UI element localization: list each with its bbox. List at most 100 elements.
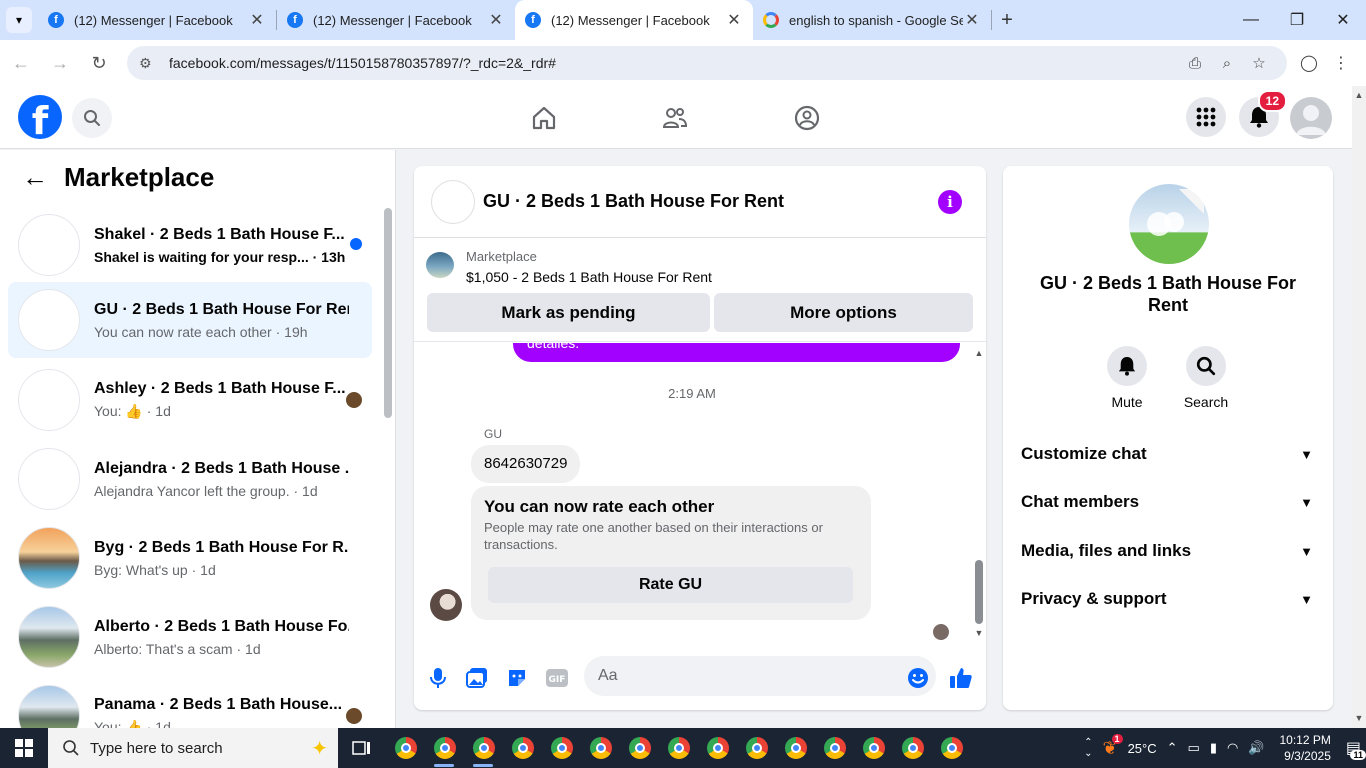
conversation-item[interactable]: Shakel · 2 Beds 1 Bath House F... Shakel… <box>8 207 372 283</box>
conversation-item-selected[interactable]: GU · 2 Beds 1 Bath House For Rent You ca… <box>8 282 372 358</box>
conversation-item[interactable]: Panama · 2 Beds 1 Bath House... You: 👍 ·… <box>8 678 372 728</box>
wifi-icon[interactable]: ◠ <box>1222 740 1243 756</box>
notifications-button[interactable]: 12 <box>1239 90 1287 137</box>
battery-icon[interactable]: ▮ <box>1205 740 1222 756</box>
meet-now-icon[interactable]: ▭ <box>1183 740 1205 756</box>
emoji-icon[interactable] <box>906 666 930 690</box>
sidebar-scrollbar[interactable] <box>384 208 392 418</box>
sender-avatar[interactable] <box>430 589 462 621</box>
section-media-files-links[interactable]: Media, files and links ▼ <box>1021 536 1321 566</box>
listing-price[interactable]: $1,050 - 2 Beds 1 Bath House For Rent <box>466 269 712 285</box>
mark-pending-button[interactable]: Mark as pending <box>427 293 710 332</box>
info-icon[interactable]: i <box>938 190 962 214</box>
browser-tab-1[interactable]: f (12) Messenger | Facebook ✕ <box>38 0 276 40</box>
taskbar-app-chrome[interactable] <box>659 728 698 768</box>
reload-button[interactable]: ↻ <box>81 45 117 81</box>
close-icon[interactable]: ✕ <box>725 10 743 30</box>
chat-avatar[interactable] <box>431 179 475 224</box>
mute-action[interactable]: Mute <box>1087 346 1167 410</box>
taskbar-app-chrome[interactable] <box>854 728 893 768</box>
taskbar-app-chrome[interactable] <box>503 728 542 768</box>
scroll-down-icon[interactable]: ▼ <box>974 628 984 638</box>
section-chat-members[interactable]: Chat members ▼ <box>1021 487 1321 517</box>
sticker-icon[interactable] <box>505 666 529 690</box>
taskbar-app-chrome[interactable] <box>698 728 737 768</box>
close-icon[interactable]: ✕ <box>963 10 981 30</box>
temperature[interactable]: 25°C <box>1123 741 1162 756</box>
tab-search-dropdown[interactable]: ▾ <box>0 0 38 40</box>
zoom-icon[interactable]: ⌕ <box>1211 55 1243 72</box>
address-bar[interactable]: ⚙ facebook.com/messages/t/11501587803578… <box>127 46 1287 80</box>
more-options-button[interactable]: More options <box>714 293 973 332</box>
taskbar-app-chrome[interactable] <box>425 728 464 768</box>
restore-icon[interactable]: ❐ <box>1274 0 1320 40</box>
taskbar-app-chrome[interactable] <box>737 728 776 768</box>
taskbar-app-chrome[interactable] <box>776 728 815 768</box>
chat-title[interactable]: GU · 2 Beds 1 Bath House For Rent <box>483 191 784 212</box>
listing-thumbnail[interactable] <box>426 252 454 278</box>
close-icon[interactable]: ✕ <box>487 10 505 30</box>
back-arrow-icon[interactable]: ← <box>22 162 48 193</box>
message-input[interactable] <box>584 656 936 696</box>
bookmark-star-icon[interactable]: ☆ <box>1243 54 1275 72</box>
taskbar-app-chrome[interactable] <box>893 728 932 768</box>
scroll-thumb[interactable] <box>975 560 983 624</box>
search-action[interactable]: Search <box>1166 346 1246 410</box>
gif-icon[interactable]: GIF <box>545 666 569 690</box>
nav-home[interactable] <box>489 86 599 149</box>
windows-start-button[interactable] <box>0 728 48 768</box>
taskbar-app-chrome[interactable] <box>815 728 854 768</box>
install-app-icon[interactable]: ⎙ <box>1179 55 1211 72</box>
chat-scrollbar[interactable]: ▲ ▼ <box>974 348 984 638</box>
rate-button[interactable]: Rate GU <box>488 567 853 603</box>
profile-icon[interactable]: ◯ <box>1293 53 1325 73</box>
browser-tab-2[interactable]: f (12) Messenger | Facebook ✕ <box>277 0 515 40</box>
site-info-icon[interactable]: ⚙ <box>139 55 161 72</box>
nav-friends[interactable] <box>620 86 730 149</box>
browser-menu-icon[interactable]: ⋮ <box>1325 53 1357 73</box>
taskbar-app-chrome[interactable] <box>542 728 581 768</box>
section-customize-chat[interactable]: Customize chat ▼ <box>1021 439 1321 469</box>
received-message-bubble[interactable]: 8642630729 <box>471 445 581 483</box>
contact-profile-picture[interactable] <box>1129 184 1209 264</box>
scroll-up-icon[interactable]: ▲ <box>1352 90 1366 100</box>
taskbar-app-chrome[interactable] <box>620 728 659 768</box>
scroll-down-icon[interactable]: ▼ <box>1352 713 1366 723</box>
conversation-item[interactable]: Ashley · 2 Beds 1 Bath House F... You: 👍… <box>8 362 372 438</box>
browser-tab-3[interactable]: f (12) Messenger | Facebook ✕ <box>515 0 753 40</box>
menu-button[interactable] <box>1186 97 1226 137</box>
minimize-icon[interactable]: — <box>1228 0 1274 40</box>
taskbar-app-chrome[interactable] <box>464 728 503 768</box>
taskbar-app-chrome[interactable] <box>386 728 425 768</box>
conversation-item[interactable]: Byg · 2 Beds 1 Bath House For R... Byg: … <box>8 520 372 596</box>
nav-groups[interactable] <box>752 86 862 149</box>
thumbs-up-icon[interactable] <box>949 666 973 690</box>
scroll-up-icon[interactable]: ▲ <box>974 348 984 358</box>
back-button[interactable]: ← <box>3 45 39 81</box>
sent-message-bubble[interactable]: detalles. <box>513 343 960 362</box>
task-view-button[interactable] <box>338 728 386 768</box>
volume-icon[interactable]: 🔊 <box>1243 740 1269 756</box>
show-hidden-icons-icon[interactable]: ⌃ <box>1162 740 1183 756</box>
weather-icon[interactable]: ❦ 1 <box>1097 733 1123 759</box>
tray-scroll-icon[interactable]: ⌃ ⌄ <box>1079 737 1097 759</box>
forward-button[interactable]: → <box>42 45 78 81</box>
taskbar-app-chrome[interactable] <box>581 728 620 768</box>
photo-icon[interactable] <box>465 666 489 690</box>
taskbar-search-box[interactable]: Type here to search ✦ <box>48 728 338 768</box>
close-window-icon[interactable]: ✕ <box>1320 0 1366 40</box>
close-icon[interactable]: ✕ <box>248 10 266 30</box>
page-scrollbar[interactable]: ▲ ▼ <box>1352 86 1366 728</box>
microphone-icon[interactable] <box>426 666 450 690</box>
new-tab-button[interactable]: + <box>992 0 1022 40</box>
conversation-item[interactable]: Alejandra · 2 Beds 1 Bath House ... Alej… <box>8 441 372 517</box>
clock[interactable]: 10:12 PM 9/3/2025 <box>1270 732 1341 764</box>
browser-tab-4[interactable]: english to spanish - Google Sea ✕ <box>753 0 991 40</box>
conversation-item[interactable]: Alberto · 2 Beds 1 Bath House Fo... Albe… <box>8 599 372 675</box>
section-privacy-support[interactable]: Privacy & support ▼ <box>1021 584 1321 614</box>
facebook-logo-icon[interactable]: f <box>18 95 62 139</box>
taskbar-app-chrome[interactable] <box>932 728 971 768</box>
facebook-search-button[interactable] <box>72 98 112 138</box>
account-avatar[interactable] <box>1290 97 1332 139</box>
notification-center-icon[interactable]: ▤ 11 <box>1341 738 1366 760</box>
